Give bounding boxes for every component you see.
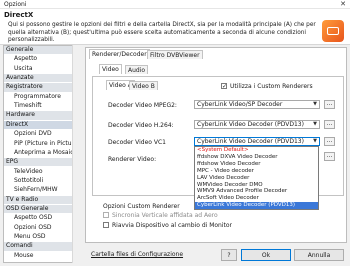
page-title: DirectX (4, 11, 34, 19)
sidebar-item-pip-picture-in-picture[interactable]: PiP (Picture in Picture) (4, 140, 80, 148)
sidebar-item-generale[interactable]: Generale (4, 46, 80, 55)
dropdown-option[interactable]: ArcSoft Video Decoder (195, 195, 318, 202)
tab-filtro-dvbviewer[interactable]: Filtro DVBViewer (147, 50, 203, 59)
window-title: Opzioni (4, 1, 27, 8)
sidebar-item-anteprima-a-mosaico[interactable]: Anteprima a Mosaico (4, 149, 80, 157)
mpeg2-decoder-select[interactable]: CyberLink Video/SP Decoder ▼ (194, 100, 320, 109)
vc1-settings-button[interactable]: ... (324, 137, 335, 146)
sidebar-item-opzioni-osd[interactable]: Opzioni OSD (4, 224, 80, 232)
tab-video[interactable]: Video (99, 64, 122, 74)
h264-decoder-select[interactable]: CyberLink Video Decoder (PDVD13) ▼ (194, 120, 320, 129)
mpeg2-label: Decoder Video MPEG2: (108, 102, 177, 109)
restart-checkbox[interactable] (103, 222, 109, 228)
vc1-decoder-select[interactable]: CyberLink Video Decoder (PDVD13) ▼ (194, 137, 320, 146)
dropdown-option[interactable]: CyberLink Video Decoder (PDVD13) (195, 202, 318, 209)
h264-label: Decoder Video H.264: (108, 122, 174, 129)
h264-decoder-value: CyberLink Video Decoder (PDVD13) (197, 121, 304, 128)
sidebar-item-osd-generale[interactable]: OSD Generale (4, 204, 80, 214)
custom-renderers-checkbox[interactable]: ✓ (221, 83, 227, 90)
vc1-decoder-value: CyberLink Video Decoder (PDVD13) (197, 138, 304, 145)
cancel-button[interactable]: Annulla (294, 249, 344, 261)
sidebar-item-programmatore[interactable]: Programmatore (4, 93, 80, 101)
tab-video-b[interactable]: Video B (129, 81, 158, 90)
window-titlebar: Opzioni ✕ (0, 0, 350, 9)
options-logo-icon (322, 20, 344, 42)
dropdown-option[interactable]: MPC - Video decoder (195, 168, 318, 175)
chevron-down-icon: ▼ (313, 138, 317, 144)
dropdown-option[interactable]: ffdshow Video Decoder (195, 161, 318, 168)
restart-label: Riavvia Dispositivo al cambio di Monitor (112, 222, 233, 229)
sidebar[interactable]: Generale Aspetto Uscita Avanzate Registrator… (3, 45, 81, 263)
vc1-decoder-dropdown-list[interactable]: <System Default> ffdshow DXVA Video Decod… (194, 146, 319, 210)
sidebar-item-televideo[interactable]: TeleVideo (4, 168, 80, 176)
dropdown-option[interactable]: LAV Video Decoder (195, 175, 318, 182)
sidebar-item-epg[interactable]: EPG (4, 158, 80, 167)
custom-renderer-section-title: Opzioni Custom Renderer (103, 203, 180, 210)
sidebar-item-hardware[interactable]: Hardware (4, 111, 80, 120)
custom-renderers-label: Utilizza i Custom Renderers (230, 83, 313, 90)
h264-settings-button[interactable]: ... (324, 120, 335, 129)
sidebar-scrollbar[interactable] (72, 45, 81, 263)
mpeg2-settings-button[interactable]: ... (324, 100, 335, 109)
chevron-down-icon: ▼ (313, 101, 317, 107)
ok-button[interactable]: Ok (241, 249, 291, 261)
dropdown-option[interactable]: ffdshow DXVA Video Decoder (195, 154, 318, 161)
sidebar-item-siehfern-mhw[interactable]: SiehFern/MHW (4, 186, 80, 194)
sidebar-item-aspetto-osd[interactable]: Aspetto OSD (4, 214, 80, 222)
sidebar-item-avanzate[interactable]: Avanzate (4, 74, 80, 83)
chevron-down-icon: ▼ (313, 121, 317, 127)
sidebar-item-aspetto[interactable]: Aspetto (4, 55, 80, 63)
dropdown-option[interactable]: WMVideo Decoder DMO (195, 182, 318, 189)
renderer-label: Renderer Video: (108, 156, 157, 163)
dropdown-option[interactable]: WMV9 Advanced Profile Decoder (195, 188, 318, 195)
page-header: DirectX Qui si possono gestire le opzion… (0, 9, 350, 45)
mpeg2-decoder-value: CyberLink Video/SP Decoder (197, 101, 283, 108)
sidebar-item-sottotitoli[interactable]: Sottotitoli (4, 177, 80, 185)
sidebar-item-directx[interactable]: DirectX (4, 120, 80, 129)
sidebar-item-uscita[interactable]: Uscita (4, 65, 80, 73)
tab-renderer-decoder[interactable]: Renderer/Decoder (89, 49, 150, 59)
sidebar-item-mouse[interactable]: Mouse (4, 252, 80, 260)
config-folder-link[interactable]: Cartella files di Configurazione (91, 251, 183, 258)
close-icon[interactable]: ✕ (336, 0, 350, 9)
help-button[interactable]: ? (221, 249, 237, 261)
vsync-label: Sincronia Verticale affidata ad Aero (112, 212, 218, 219)
sidebar-item-registratore[interactable]: Registratore (4, 83, 80, 92)
sidebar-item-comandi[interactable]: Comandi (4, 242, 80, 251)
sidebar-item-timeshift[interactable]: Timeshift (4, 102, 80, 110)
page-description: Qui si possono gestire le opzioni dei fi… (8, 22, 316, 43)
dropdown-option[interactable]: <System Default> (195, 147, 318, 154)
sidebar-item-opzioni-dvd[interactable]: Opzioni DVD (4, 130, 80, 138)
renderer-settings-button[interactable]: ... (324, 152, 335, 161)
sidebar-item-tv-e-radio[interactable]: TV e Radio (4, 195, 80, 204)
vsync-checkbox[interactable] (103, 212, 109, 218)
vc1-label: Decoder Video VC1 (108, 139, 166, 146)
sidebar-item-menu-osd[interactable]: Menu OSD (4, 233, 80, 241)
tab-audio[interactable]: Audio (125, 65, 149, 74)
